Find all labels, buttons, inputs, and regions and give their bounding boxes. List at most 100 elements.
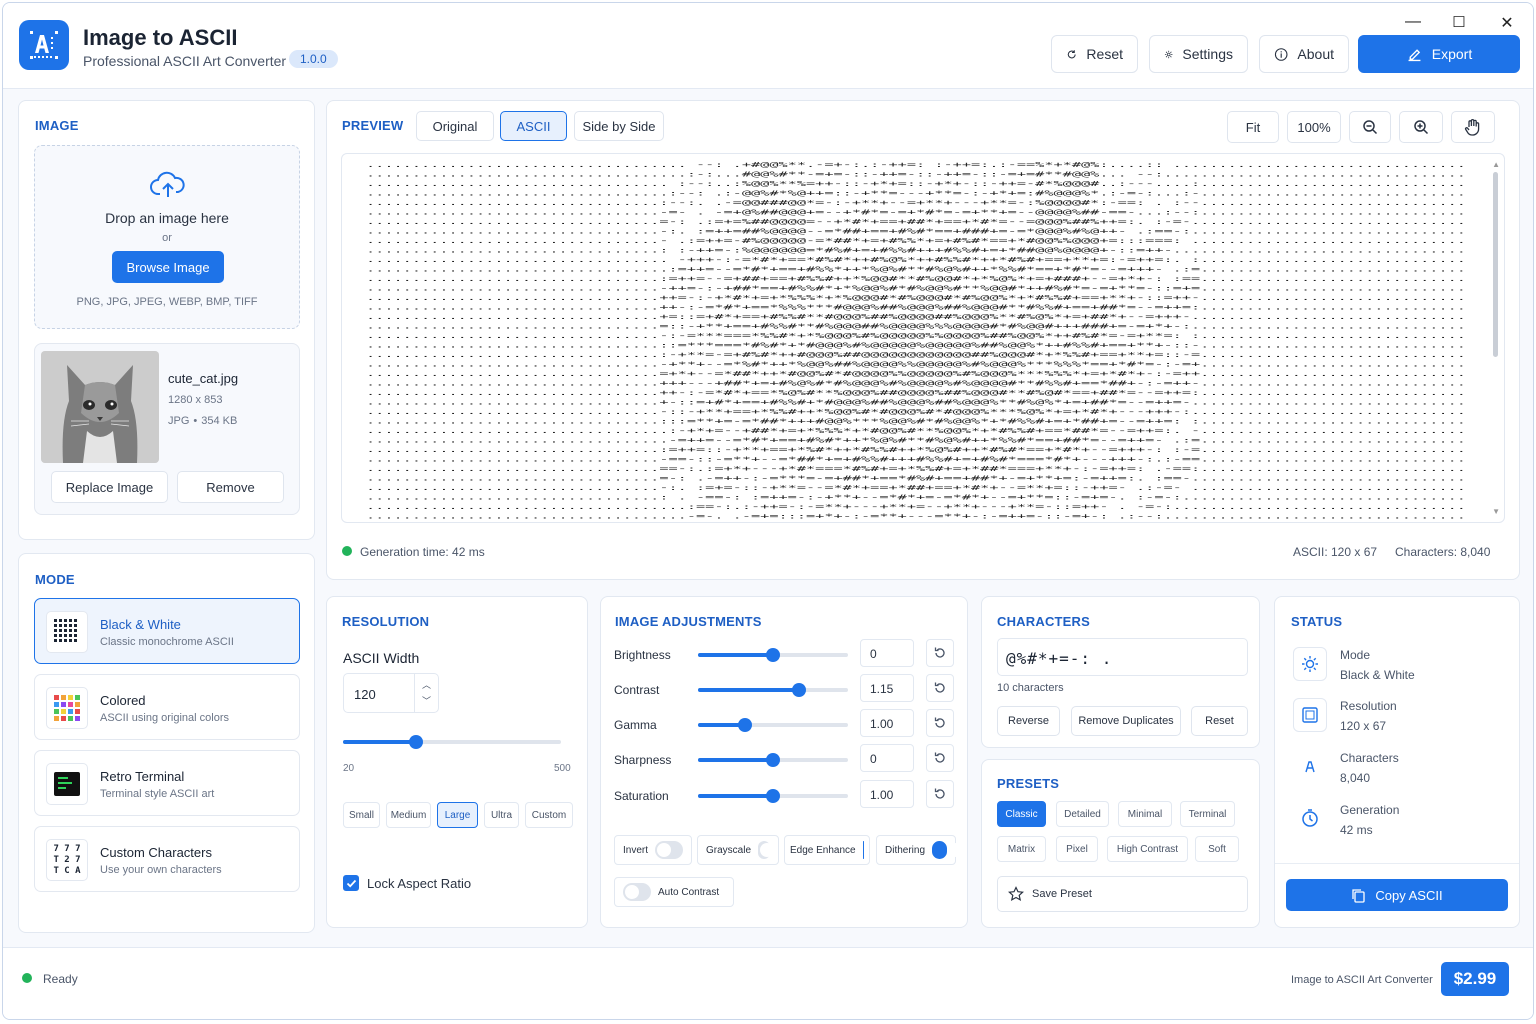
preset-soft[interactable]: Soft: [1195, 836, 1239, 862]
toggle-switch[interactable]: [758, 841, 774, 859]
tab-ascii[interactable]: ASCII: [500, 111, 567, 141]
preset-terminal[interactable]: Terminal: [1180, 801, 1235, 827]
toggle-auto-contrast[interactable]: Auto Contrast: [614, 877, 734, 907]
maximize-button[interactable]: ☐: [1449, 13, 1469, 31]
adjustment-slider-knob[interactable]: [766, 753, 780, 767]
drop-zone[interactable]: Drop an image here or Browse Image PNG, …: [34, 145, 300, 329]
adjustment-value[interactable]: 1.00: [860, 780, 914, 808]
toggle-switch[interactable]: [655, 841, 683, 859]
size-medium[interactable]: Medium: [386, 802, 431, 828]
ascii-row: ................................:=++=::-…: [366, 446, 1466, 454]
preset-matrix[interactable]: Matrix: [997, 836, 1046, 862]
ascii-width-label: ASCII Width: [343, 650, 420, 666]
ascii-row: ................................+=::=+#*…: [366, 313, 1466, 321]
chevron-up-icon[interactable]: ︿: [422, 678, 431, 691]
undo-icon: [934, 788, 945, 799]
toggle-switch[interactable]: [623, 883, 651, 901]
scroll-down-icon[interactable]: ▼: [1492, 507, 1500, 516]
adjustment-slider[interactable]: [698, 789, 848, 803]
zoom-out-icon: [1363, 120, 1378, 135]
character-set-input[interactable]: @%#*+=-: .: [997, 638, 1248, 676]
mode-black-white[interactable]: Black & White Classic monochrome ASCII: [34, 598, 300, 664]
adjustment-value[interactable]: 1.15: [860, 674, 914, 702]
fit-button[interactable]: Fit: [1227, 111, 1279, 143]
app-title: Image to ASCII: [83, 25, 238, 50]
toggle-switch[interactable]: [932, 841, 962, 859]
adjustment-slider-knob[interactable]: [766, 789, 780, 803]
copy-icon: [1352, 888, 1366, 903]
mode-retro-terminal[interactable]: Retro Terminal Terminal style ASCII art: [34, 750, 300, 816]
preset-high-contrast[interactable]: High Contrast: [1107, 836, 1188, 862]
size-ultra[interactable]: Ultra: [484, 802, 519, 828]
pan-hand-button[interactable]: [1451, 111, 1495, 143]
file-size: 354 KB: [201, 415, 238, 427]
remove-image-button[interactable]: Remove: [177, 471, 284, 503]
ascii-preview[interactable]: ................................... --: …: [341, 153, 1505, 523]
toggle-edge-enhance[interactable]: Edge Enhance: [784, 835, 904, 865]
export-button[interactable]: Export: [1358, 35, 1520, 73]
adjustment-value[interactable]: 0: [860, 744, 914, 772]
adjustment-slider[interactable]: [698, 683, 848, 697]
adjustment-slider-knob[interactable]: [766, 648, 780, 662]
app-logo-icon: [19, 20, 69, 70]
minimize-button[interactable]: —: [1403, 13, 1423, 31]
adjustment-value[interactable]: 1.00: [860, 709, 914, 737]
reset-adjustment-button[interactable]: [926, 780, 954, 808]
chevron-down-icon[interactable]: ﹀: [422, 694, 431, 707]
color-grid-icon: [46, 687, 88, 729]
ascii-row: ................................-:. :=++…: [366, 228, 1466, 236]
adjustment-slider-fill: [698, 758, 773, 762]
width-slider-knob[interactable]: [408, 735, 423, 749]
adjustment-slider-knob[interactable]: [791, 683, 806, 697]
ascii-row: ................................-+**+--=…: [366, 361, 1466, 369]
settings-label: Settings: [1182, 46, 1233, 62]
zoom-in-button[interactable]: [1399, 111, 1443, 143]
reset-adjustment-button[interactable]: [926, 674, 954, 702]
lock-aspect-checkbox[interactable]: [343, 875, 359, 891]
browse-image-button[interactable]: Browse Image: [112, 251, 224, 283]
toggle-invert[interactable]: Invert: [614, 835, 692, 865]
copy-ascii-button[interactable]: Copy ASCII: [1286, 879, 1508, 911]
reverse-button[interactable]: Reverse: [997, 706, 1060, 736]
toggle-dithering[interactable]: Dithering: [876, 835, 962, 865]
scroll-up-icon[interactable]: ▲: [1492, 160, 1500, 169]
preset-pixel[interactable]: Pixel: [1056, 836, 1098, 862]
reset-adjustment-button[interactable]: [926, 744, 954, 772]
status-title: STATUS: [1291, 614, 1343, 629]
adjustment-slider[interactable]: [698, 648, 848, 662]
adjustment-slider-knob[interactable]: [737, 718, 752, 732]
reset-button[interactable]: Reset: [1051, 35, 1138, 73]
remove-duplicates-button[interactable]: Remove Duplicates: [1071, 706, 1181, 736]
mode-colored[interactable]: Colored ASCII using original colors: [34, 674, 300, 740]
ascii-width-stepper[interactable]: 120 ︿ ﹀: [343, 673, 439, 713]
mode-custom-characters[interactable]: 7 7 7 T 2 7 T C A Custom Characters Use …: [34, 826, 300, 892]
adjustment-label: Brightness: [614, 648, 671, 662]
zoom-level[interactable]: 100%: [1287, 111, 1341, 143]
replace-image-button[interactable]: Replace Image: [51, 471, 168, 503]
zoom-out-button[interactable]: [1349, 111, 1391, 143]
preview-scrollbar[interactable]: [1493, 172, 1498, 357]
toggle-grayscale[interactable]: Grayscale: [697, 835, 779, 865]
settings-button[interactable]: Settings: [1149, 35, 1248, 73]
tab-original[interactable]: Original: [416, 111, 494, 141]
preset-detailed[interactable]: Detailed: [1056, 801, 1109, 827]
about-button[interactable]: About: [1259, 35, 1349, 73]
adjustment-slider[interactable]: [698, 718, 848, 732]
size-large[interactable]: Large: [437, 802, 478, 828]
preset-minimal[interactable]: Minimal: [1118, 801, 1172, 827]
size-custom[interactable]: Custom: [525, 802, 573, 828]
save-preset-button[interactable]: Save Preset: [997, 876, 1248, 912]
reset-adjustment-button[interactable]: [926, 639, 954, 667]
adjustment-value[interactable]: 0: [860, 639, 914, 667]
preset-classic[interactable]: Classic: [997, 801, 1046, 827]
toggle-switch[interactable]: [862, 841, 904, 859]
characters-reset-button[interactable]: Reset: [1191, 706, 1248, 736]
size-small[interactable]: Small: [343, 802, 380, 828]
width-slider[interactable]: [343, 735, 561, 749]
tab-side-by-side[interactable]: Side by Side: [574, 111, 664, 141]
close-button[interactable]: ✕: [1497, 13, 1517, 33]
toggle-label: Dithering: [885, 844, 926, 856]
adjustment-slider[interactable]: [698, 753, 848, 767]
reset-adjustment-button[interactable]: [926, 709, 954, 737]
price-button[interactable]: $2.99: [1441, 962, 1509, 996]
